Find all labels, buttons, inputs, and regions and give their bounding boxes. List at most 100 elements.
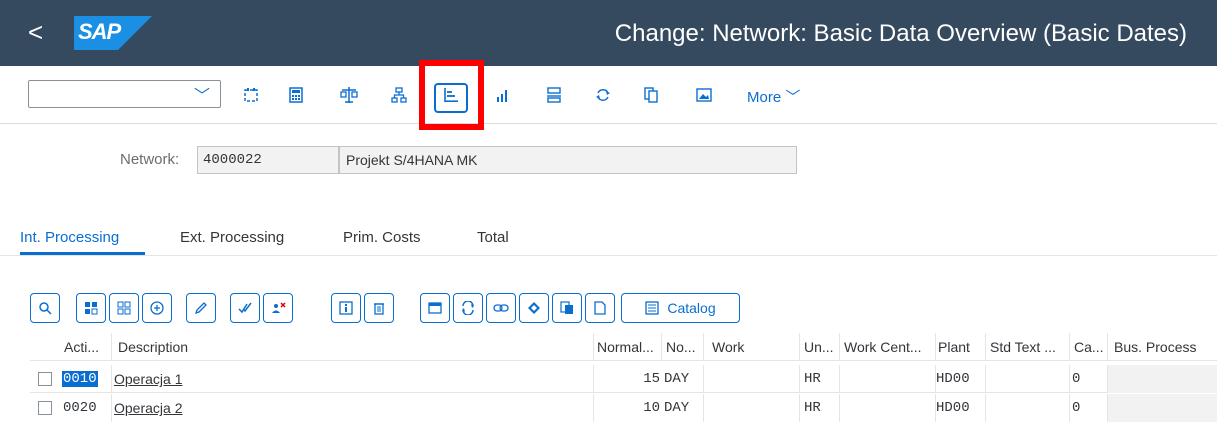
bus-process-cell	[1108, 394, 1217, 422]
calc-cell[interactable]: 0	[1070, 394, 1108, 422]
column-header-calc[interactable]: Ca...	[1070, 333, 1108, 361]
chevron-down-icon: ﹀	[193, 88, 210, 105]
column-header-plant[interactable]: Plant	[936, 333, 986, 361]
column-header-work[interactable]: Work	[704, 333, 800, 361]
image-icon[interactable]	[693, 84, 715, 106]
activity-number[interactable]: 0020	[60, 394, 112, 422]
tab-strip: Int. Processing Ext. Processing Prim. Co…	[0, 226, 1217, 256]
network-description-field[interactable]: Projekt S/4HANA MK	[339, 146, 797, 174]
trash-icon	[374, 303, 384, 315]
description-link[interactable]: Operacja 1	[114, 371, 182, 387]
application-toolbar: ﹀ More ﹀	[0, 66, 1217, 124]
person-remove-icon	[272, 302, 286, 313]
copy-icon[interactable]	[640, 84, 662, 106]
documents-icon	[560, 301, 573, 314]
tab-prim-costs[interactable]: Prim. Costs	[343, 229, 421, 246]
sap-logo-text: SAP	[78, 19, 121, 44]
column-header-work-center[interactable]: Work Cent...	[840, 333, 936, 361]
row-checkbox[interactable]	[38, 372, 52, 386]
shell-header: < SAP Change: Network: Basic Data Overvi…	[0, 0, 1217, 66]
work-unit-cell[interactable]: HR	[800, 365, 840, 393]
catalog-label: Catalog	[667, 300, 716, 316]
activity-cell[interactable]: 0010	[60, 365, 112, 393]
work-center-cell[interactable]	[840, 365, 936, 393]
std-text-cell[interactable]	[986, 365, 1070, 393]
deselect-all-button[interactable]	[109, 293, 139, 323]
column-header-std-text[interactable]: Std Text ...	[986, 333, 1070, 361]
bus-process-cell	[1108, 365, 1217, 393]
tab-ext-processing[interactable]: Ext. Processing	[180, 229, 284, 246]
column-header-normal-duration[interactable]: Normal...	[594, 333, 662, 361]
balance-icon[interactable]	[338, 84, 360, 106]
std-text-cell[interactable]	[986, 394, 1070, 422]
column-header-description[interactable]: Description	[112, 333, 594, 361]
page-button[interactable]	[585, 293, 615, 323]
activity-number[interactable]: 0010	[62, 371, 98, 387]
network-number-field[interactable]: 4000022	[197, 146, 339, 174]
select-all-button[interactable]	[76, 293, 106, 323]
work-center-cell[interactable]	[840, 394, 936, 422]
tab-total[interactable]: Total	[477, 229, 509, 246]
table-row[interactable]: 0010 Operacja 1 15 DAY HR HD00 0	[30, 365, 1217, 393]
duration-unit-cell[interactable]: DAY	[662, 365, 704, 393]
info-button[interactable]	[331, 293, 361, 323]
gantt-button-frame	[434, 83, 468, 113]
catalog-icon	[645, 301, 660, 315]
more-button[interactable]: More ﹀	[747, 86, 800, 107]
work-cell[interactable]	[704, 365, 800, 393]
catalog-button[interactable]: Catalog	[621, 293, 740, 323]
print-layout-icon[interactable]	[543, 84, 565, 106]
column-header-work-unit[interactable]: Un...	[800, 333, 840, 361]
magnifier-icon	[39, 302, 52, 315]
edit-icon	[194, 302, 207, 315]
column-header-duration-unit[interactable]: No...	[662, 333, 704, 361]
work-unit-cell[interactable]: HR	[800, 394, 840, 422]
refresh-icon	[462, 301, 474, 315]
edit-button[interactable]	[186, 293, 216, 323]
calendar-icon[interactable]	[240, 84, 262, 106]
chevron-down-icon: ﹀	[785, 89, 801, 106]
delete-assignment-button[interactable]	[263, 293, 293, 323]
description-link[interactable]: Operacja 2	[114, 400, 182, 416]
add-row-button[interactable]	[142, 293, 172, 323]
page-icon	[594, 301, 606, 315]
back-button[interactable]: <	[28, 18, 52, 48]
refresh-button[interactable]	[453, 293, 483, 323]
work-cell[interactable]	[704, 394, 800, 422]
tab-int-processing[interactable]: Int. Processing	[20, 229, 119, 246]
double-check-icon	[238, 302, 252, 314]
info-icon	[339, 301, 353, 315]
page-title: Change: Network: Basic Data Overview (Ba…	[614, 20, 1187, 47]
normal-duration-cell[interactable]: 15	[594, 365, 662, 393]
description-cell: Operacja 1	[112, 365, 594, 393]
bar-chart-icon[interactable]	[492, 84, 514, 106]
link-button[interactable]	[486, 293, 516, 323]
table-header-row: Acti... Description Normal... No... Work…	[30, 333, 1217, 361]
calculator-icon[interactable]	[285, 84, 307, 106]
table-row[interactable]: 0020 Operacja 2 10 DAY HR HD00 0	[30, 394, 1217, 422]
normal-duration-cell[interactable]: 10	[594, 394, 662, 422]
window-icon	[428, 302, 442, 314]
plant-cell[interactable]: HD00	[936, 394, 986, 422]
description-cell: Operacja 2	[112, 394, 594, 422]
milestone-button[interactable]	[519, 293, 549, 323]
plant-cell[interactable]: HD00	[936, 365, 986, 393]
cycle-icon[interactable]	[592, 84, 614, 106]
row-checkbox[interactable]	[38, 401, 52, 415]
action-dropdown[interactable]: ﹀	[28, 80, 221, 108]
column-header-activity[interactable]: Acti...	[60, 333, 112, 361]
document-button[interactable]	[552, 293, 582, 323]
column-header-bus-process[interactable]: Bus. Process	[1108, 333, 1217, 361]
more-label: More	[747, 89, 782, 106]
hierarchy-icon[interactable]	[388, 84, 410, 106]
select-all-icon	[85, 302, 98, 315]
network-label: Network:	[120, 151, 180, 168]
check-button[interactable]	[230, 293, 260, 323]
diamond-icon	[528, 302, 540, 314]
calc-cell[interactable]: 0	[1070, 365, 1108, 393]
duration-unit-cell[interactable]: DAY	[662, 394, 704, 422]
zoom-button[interactable]	[30, 293, 60, 323]
delete-button[interactable]	[364, 293, 394, 323]
window-button[interactable]	[420, 293, 450, 323]
plus-circle-icon	[150, 301, 164, 315]
